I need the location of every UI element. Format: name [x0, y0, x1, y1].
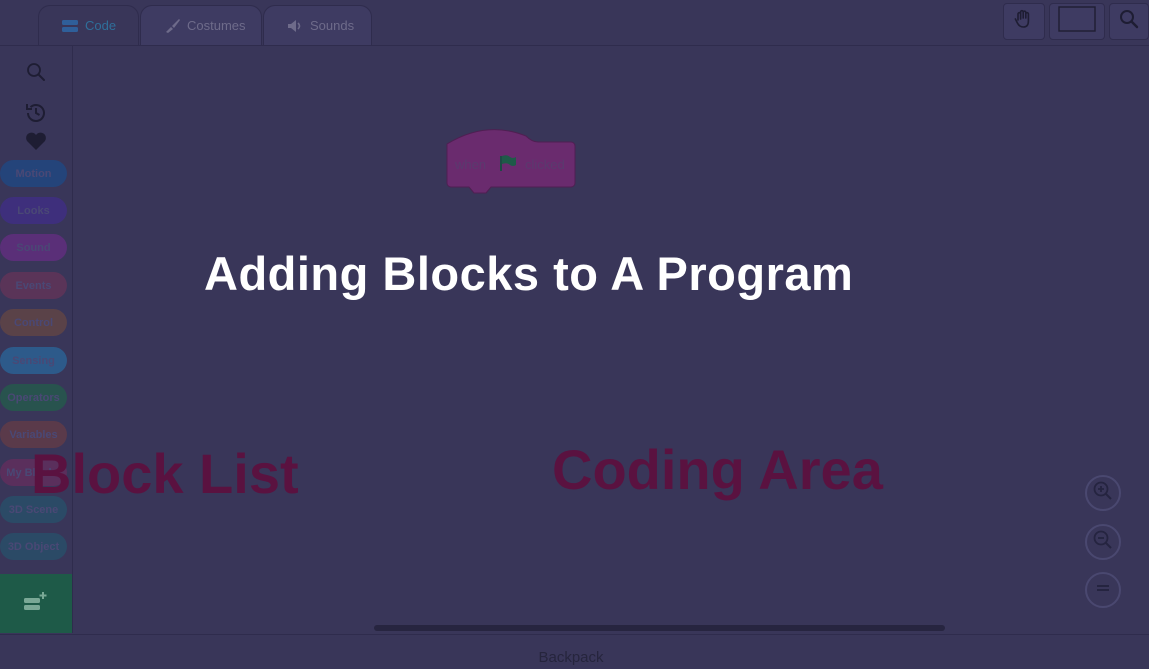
- speaker-icon: [286, 18, 304, 34]
- lesson-title: Adding Blocks to A Program: [204, 247, 854, 300]
- category-label: Sensing: [12, 354, 55, 367]
- hand-icon: [1013, 8, 1035, 35]
- block-search-button[interactable]: [0, 62, 72, 87]
- tab-costumes[interactable]: Costumes: [140, 5, 262, 45]
- tab-sounds-label: Sounds: [310, 18, 355, 33]
- category-looks[interactable]: Looks: [0, 197, 67, 224]
- hat-block-clicked-text: clicked: [525, 157, 565, 172]
- tab-code-label: Code: [85, 18, 117, 33]
- history-button[interactable]: [0, 101, 72, 130]
- hat-block-when-text: when: [455, 157, 487, 172]
- zoom-in-button[interactable]: [1085, 475, 1121, 511]
- search-icon: [1119, 9, 1139, 34]
- category-label: Events: [15, 279, 52, 292]
- category-events[interactable]: Events: [0, 272, 67, 299]
- category-label: Variables: [9, 428, 58, 441]
- hand-button[interactable]: [1003, 3, 1045, 40]
- zoom-reset-button[interactable]: [1085, 572, 1121, 608]
- code-icon: [61, 19, 79, 33]
- backpack-label: Backpack: [538, 649, 604, 666]
- search-icon: [26, 62, 46, 87]
- category-sound[interactable]: Sound: [0, 234, 67, 261]
- stage-size-icon: [1058, 6, 1096, 37]
- coding-area-label: Coding Area: [552, 438, 883, 501]
- block-list-label: Block List: [31, 442, 299, 505]
- category-control[interactable]: Control: [0, 309, 67, 336]
- category-label: Sound: [16, 241, 51, 254]
- top-tab-bar: Code Costumes Sounds: [0, 0, 1149, 46]
- brush-icon: [163, 18, 181, 34]
- add-extension-button[interactable]: [0, 574, 72, 633]
- category-label: Control: [13, 316, 54, 329]
- category-sensing[interactable]: Sensing: [0, 347, 67, 374]
- category-label: Motion: [15, 167, 52, 180]
- stage-size-button[interactable]: [1049, 3, 1105, 40]
- category-label: Looks: [17, 204, 50, 217]
- category-3d-object[interactable]: 3D Object: [0, 533, 67, 560]
- green-flag-icon: [498, 154, 518, 177]
- zoom-in-icon: [1092, 480, 1114, 507]
- category-motion[interactable]: Motion: [0, 160, 67, 187]
- tab-code[interactable]: Code: [38, 5, 139, 45]
- zoom-out-button[interactable]: [1085, 524, 1121, 560]
- toolbar-search-button[interactable]: [1109, 3, 1149, 40]
- category-operators[interactable]: Operators: [0, 384, 67, 411]
- category-label: 3D Object: [7, 540, 60, 553]
- zoom-reset-icon: [1094, 581, 1112, 600]
- when-flag-clicked-block[interactable]: when clicked: [446, 126, 577, 196]
- category-label: Operators: [7, 391, 60, 404]
- horizontal-scrollbar[interactable]: [374, 625, 945, 631]
- zoom-out-icon: [1092, 529, 1114, 556]
- history-icon: [24, 101, 48, 130]
- heart-icon: [24, 130, 48, 157]
- tab-sounds[interactable]: Sounds: [263, 5, 372, 45]
- tab-costumes-label: Costumes: [187, 18, 246, 33]
- favorites-button[interactable]: [0, 130, 72, 157]
- add-extension-icon: [22, 590, 50, 617]
- block-category-sidebar: Motion Looks Sound Events Control Sensin…: [0, 46, 73, 633]
